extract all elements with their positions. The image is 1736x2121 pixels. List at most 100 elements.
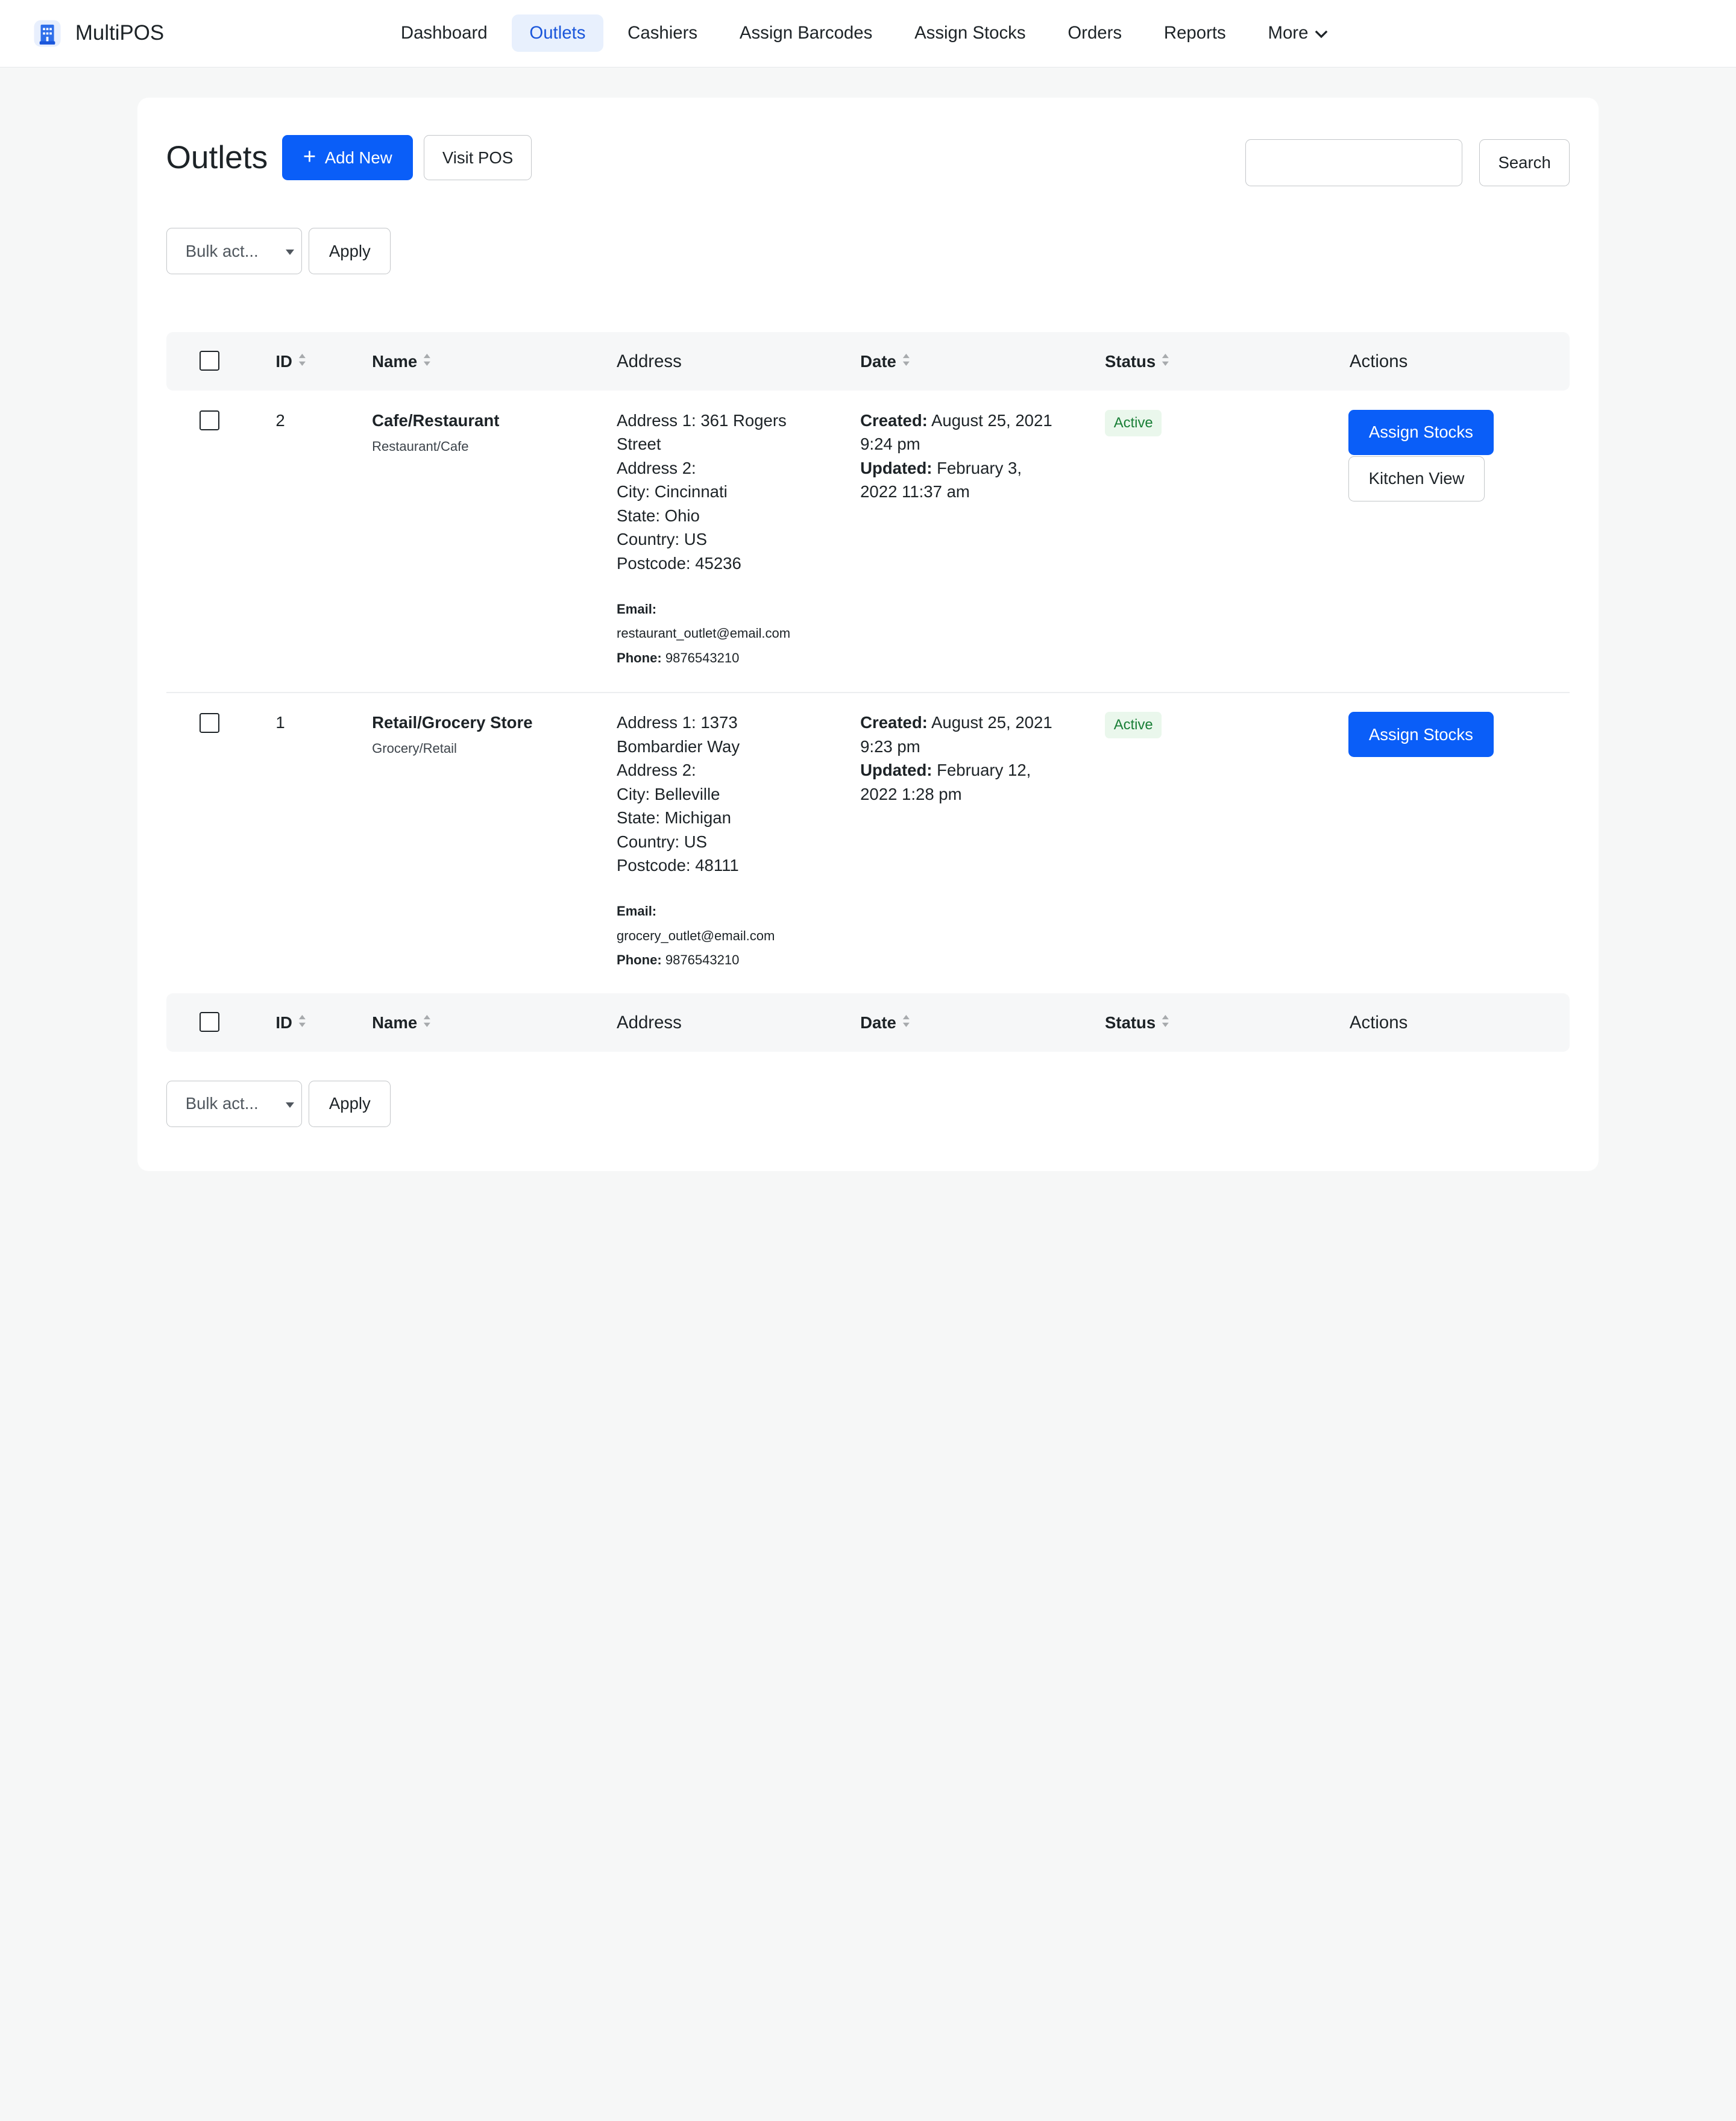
assign-stocks-button[interactable]: Assign Stocks — [1348, 711, 1494, 758]
kitchen-view-button[interactable]: Kitchen View — [1348, 456, 1485, 501]
table-footer: ID Name Address Date Status Actions — [166, 993, 1570, 1052]
row-date-cell: Created: August 25, 2021 9:23 pm Updated… — [860, 711, 1071, 806]
outlet-name[interactable]: Cafe/Restaurant — [372, 409, 499, 432]
email-label: Email: — [617, 903, 657, 919]
chevron-down-icon — [1315, 14, 1328, 52]
column-id-label: ID — [275, 352, 292, 371]
row-address-cell: Address 1: 1373 Bombardier Way Address 2… — [617, 711, 838, 972]
column-actions: Actions — [1349, 1012, 1408, 1032]
column-date-label: Date — [860, 352, 896, 371]
phone: Phone: 9876543210 — [617, 650, 740, 665]
add-new-button[interactable]: + Add New — [282, 135, 414, 181]
bulk-actions-value: Bulk act... — [185, 241, 259, 260]
address-line: Address 2: — [617, 458, 696, 477]
bulk-actions-select-bottom[interactable]: Bulk act... — [166, 1080, 303, 1127]
address-line: City: Cincinnati — [617, 482, 728, 501]
top-navigation-bar: MultiPOS Dashboard Outlets Cashiers Assi… — [0, 0, 1736, 68]
nav-more[interactable]: More — [1250, 14, 1346, 52]
outlet-name[interactable]: Retail/Grocery Store — [372, 711, 532, 734]
nav-dashboard[interactable]: Dashboard — [383, 14, 505, 52]
column-date[interactable]: Date — [860, 993, 911, 1052]
select-all-checkbox[interactable] — [199, 1011, 219, 1032]
column-id[interactable]: ID — [275, 993, 306, 1052]
store-building-icon — [31, 17, 64, 50]
sort-icon — [298, 332, 307, 391]
brand[interactable]: MultiPOS — [31, 16, 164, 51]
assign-stocks-button[interactable]: Assign Stocks — [1348, 409, 1494, 455]
nav-orders[interactable]: Orders — [1050, 14, 1140, 52]
address-line: Postcode: 48111 — [617, 856, 739, 875]
search-button[interactable]: Search — [1479, 139, 1570, 186]
visit-pos-button[interactable]: Visit POS — [424, 135, 532, 181]
address-line: Country: US — [617, 530, 708, 549]
main-nav: Dashboard Outlets Cashiers Assign Barcod… — [383, 14, 1352, 52]
row-address-cell: Address 1: 361 Rogers Street Address 2: … — [617, 409, 838, 670]
created-time: 9:23 pm — [860, 737, 920, 756]
column-name[interactable]: Name — [372, 993, 432, 1052]
column-name[interactable]: Name — [372, 332, 432, 391]
email-value: restaurant_outlet@email.com — [617, 626, 791, 641]
column-id[interactable]: ID — [275, 332, 306, 391]
nav-outlets[interactable]: Outlets — [511, 14, 603, 52]
column-address: Address — [617, 1012, 682, 1032]
nav-assign-barcodes[interactable]: Assign Barcodes — [722, 14, 890, 52]
app-name: MultiPOS — [75, 21, 165, 45]
column-status-label: Status — [1105, 1013, 1156, 1032]
sort-icon — [902, 993, 911, 1052]
row-name-cell: Retail/Grocery Store Grocery/Retail — [372, 711, 532, 761]
table-header: ID Name Address Date Status Actions — [166, 332, 1570, 391]
updated-date: Updated: February 12, — [860, 761, 1031, 780]
nav-reports[interactable]: Reports — [1146, 14, 1244, 52]
nav-assign-stocks[interactable]: Assign Stocks — [897, 14, 1043, 52]
created-time: 9:24 pm — [860, 435, 920, 454]
page-title: Outlets — [166, 140, 268, 176]
table-row: 1 Retail/Grocery Store Grocery/Retail Ad… — [166, 693, 1570, 992]
table-row: 2 Cafe/Restaurant Restaurant/Cafe Addres… — [166, 391, 1570, 692]
sort-icon — [1161, 993, 1170, 1052]
row-checkbox[interactable] — [199, 410, 219, 431]
search-input[interactable] — [1245, 139, 1463, 186]
column-status[interactable]: Status — [1105, 332, 1170, 391]
row-id: 1 — [275, 713, 285, 732]
select-all-checkbox[interactable] — [199, 351, 219, 371]
address-line: Address 1: 1373 — [617, 713, 738, 732]
dropdown-caret-icon — [285, 1102, 294, 1108]
column-id-label: ID — [275, 1013, 292, 1032]
column-name-label: Name — [372, 1013, 418, 1032]
apply-button-top[interactable]: Apply — [309, 228, 391, 275]
address-line: Street — [617, 435, 661, 454]
updated-date: Updated: February 3, — [860, 458, 1022, 477]
dropdown-caret-icon — [285, 250, 294, 256]
nav-cashiers[interactable]: Cashiers — [610, 14, 715, 52]
outlet-type: Grocery/Retail — [372, 741, 457, 756]
sort-icon — [423, 993, 432, 1052]
created-date: Created: August 25, 2021 — [860, 410, 1052, 430]
column-date[interactable]: Date — [860, 332, 911, 391]
address-line: State: Ohio — [617, 506, 700, 525]
address-line: Bombardier Way — [617, 737, 740, 756]
created-date: Created: August 25, 2021 — [860, 713, 1052, 732]
sort-icon — [423, 332, 432, 391]
status-badge: Active — [1105, 409, 1162, 436]
app-root: MultiPOS Dashboard Outlets Cashiers Assi… — [0, 0, 1736, 1172]
plus-icon: + — [303, 143, 316, 169]
bulk-actions-select-top[interactable]: Bulk act... — [166, 228, 303, 275]
sort-icon — [1161, 332, 1170, 391]
column-status[interactable]: Status — [1105, 993, 1170, 1052]
status-badge: Active — [1105, 711, 1162, 739]
address-line: State: Michigan — [617, 808, 731, 828]
column-name-label: Name — [372, 352, 418, 371]
column-status-label: Status — [1105, 352, 1156, 371]
address-line: Address 1: 361 Rogers — [617, 410, 787, 430]
apply-button-bottom[interactable]: Apply — [309, 1080, 391, 1127]
email-value: grocery_outlet@email.com — [617, 928, 775, 943]
bulk-actions-value: Bulk act... — [185, 1094, 259, 1113]
row-name-cell: Cafe/Restaurant Restaurant/Cafe — [372, 409, 499, 459]
outlets-card: Outlets + Add New Visit POS Search Bulk … — [137, 97, 1599, 1172]
address-line: City: Belleville — [617, 784, 720, 803]
row-checkbox[interactable] — [199, 712, 219, 733]
column-actions: Actions — [1349, 351, 1408, 371]
email-label: Email: — [617, 601, 657, 617]
phone: Phone: 9876543210 — [617, 952, 740, 968]
address-line: Address 2: — [617, 761, 696, 780]
